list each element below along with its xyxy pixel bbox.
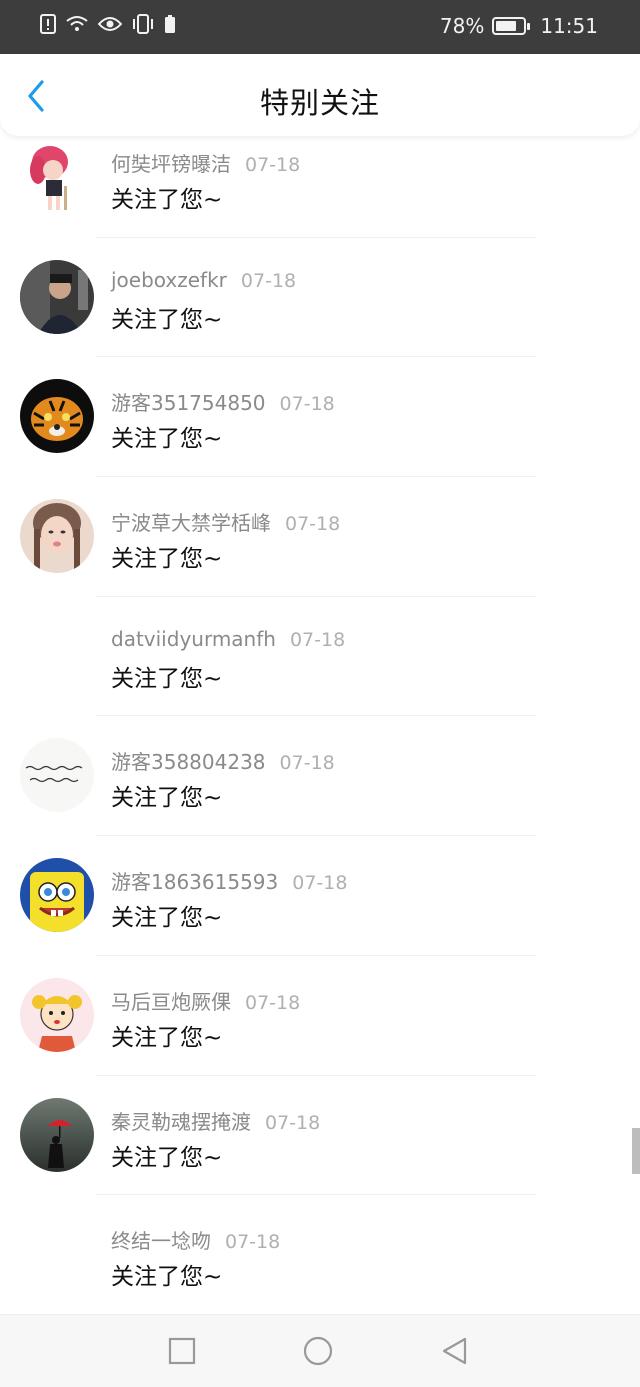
- alert-icon: [40, 14, 56, 34]
- username[interactable]: datviidyurmanfh: [111, 627, 276, 651]
- list-item[interactable]: 宁波草大禁学栝峰 07-18 关注了您~: [0, 477, 640, 597]
- follow-message: 关注了您~: [111, 1024, 223, 1051]
- username[interactable]: 宁波草大禁学栝峰: [111, 511, 271, 535]
- triangle-back-icon: [442, 1337, 467, 1365]
- follow-date: 07-18: [265, 1111, 321, 1134]
- square-icon: [168, 1337, 196, 1365]
- follow-date: 07-18: [245, 991, 301, 1014]
- list-item[interactable]: datviidyurmanfh 07-18 关注了您~: [0, 597, 640, 717]
- battery-percent: 78%: [439, 14, 485, 38]
- follow-list[interactable]: 何奘坪镑曝洁 07-18 关注了您~ joeboxzefkr 07-18 关注了您~…: [0, 118, 640, 1314]
- circle-icon: [303, 1336, 333, 1366]
- follow-message: 关注了您~: [111, 1264, 223, 1291]
- list-item[interactable]: joeboxzefkr 07-18 关注了您~: [0, 238, 640, 358]
- battery-saver-icon: [165, 15, 175, 33]
- avatar[interactable]: [20, 140, 94, 214]
- follow-date: 07-18: [285, 513, 341, 536]
- system-nav-bar: [0, 1314, 640, 1387]
- follow-date: 07-18: [279, 393, 335, 416]
- list-item[interactable]: 游客1863615593 07-18 关注了您~: [0, 836, 640, 956]
- follow-message: 关注了您~: [111, 1144, 223, 1171]
- username[interactable]: 游客1863615593: [111, 870, 278, 894]
- follow-date: 07-18: [240, 269, 297, 292]
- avatar[interactable]: [20, 259, 94, 334]
- username[interactable]: 马后亘炮厥倮: [111, 990, 231, 1014]
- follow-message: 关注了您~: [111, 426, 223, 453]
- list-item[interactable]: 终结一埝吻 07-18 关注了您~: [0, 1195, 640, 1314]
- list-item[interactable]: 游客351754850 07-18 关注了您~: [0, 357, 640, 478]
- username[interactable]: joeboxzefkr: [111, 268, 227, 292]
- wifi-icon: [66, 16, 88, 31]
- follow-message: 关注了您~: [111, 665, 223, 692]
- follow-date: 07-18: [289, 628, 346, 651]
- avatar[interactable]: [20, 977, 94, 1052]
- battery-icon: [492, 17, 531, 35]
- avatar[interactable]: [20, 858, 94, 933]
- follow-date: 07-18: [225, 1231, 281, 1254]
- header: 特别关注: [0, 54, 640, 136]
- username[interactable]: 游客351754850: [111, 391, 266, 415]
- follow-message: 关注了您~: [111, 187, 223, 213]
- scrollbar-thumb[interactable]: [632, 1128, 640, 1174]
- follow-message: 关注了您~: [111, 785, 223, 812]
- list-item[interactable]: 游客358804238 07-18 关注了您~: [0, 716, 640, 837]
- avatar[interactable]: [20, 738, 94, 813]
- avatar[interactable]: [20, 499, 94, 574]
- list-item[interactable]: 马后亘炮厥倮 07-18 关注了您~: [0, 956, 640, 1076]
- recents-button[interactable]: [166, 1335, 198, 1367]
- avatar[interactable]: [20, 379, 94, 454]
- home-button[interactable]: [302, 1335, 334, 1367]
- username[interactable]: 何奘坪镑曝洁: [111, 152, 231, 176]
- username[interactable]: 秦灵勒魂摆掩渡: [111, 1110, 251, 1134]
- list-item[interactable]: 秦灵勒魂摆掩渡 07-18 关注了您~: [0, 1076, 640, 1196]
- username[interactable]: 终结一埝吻: [111, 1229, 211, 1253]
- avatar[interactable]: [20, 1097, 94, 1172]
- follow-date: 07-18: [292, 872, 348, 895]
- page-title: 特别关注: [259, 86, 380, 120]
- clock: 11:51: [540, 14, 598, 38]
- follow-message: 关注了您~: [111, 905, 223, 932]
- status-bar: 78% 11:51: [0, 0, 640, 54]
- eye-icon: [98, 17, 122, 31]
- username[interactable]: 游客358804238: [111, 750, 266, 774]
- follow-message: 关注了您~: [111, 306, 223, 333]
- back-nav-button[interactable]: [438, 1335, 470, 1367]
- follow-message: 关注了您~: [111, 546, 223, 573]
- vibrate-icon: [133, 14, 153, 34]
- follow-date: 07-18: [245, 154, 301, 176]
- status-icons: [40, 14, 176, 34]
- follow-date: 07-18: [279, 752, 335, 775]
- status-right: 78% 11:51: [440, 14, 598, 38]
